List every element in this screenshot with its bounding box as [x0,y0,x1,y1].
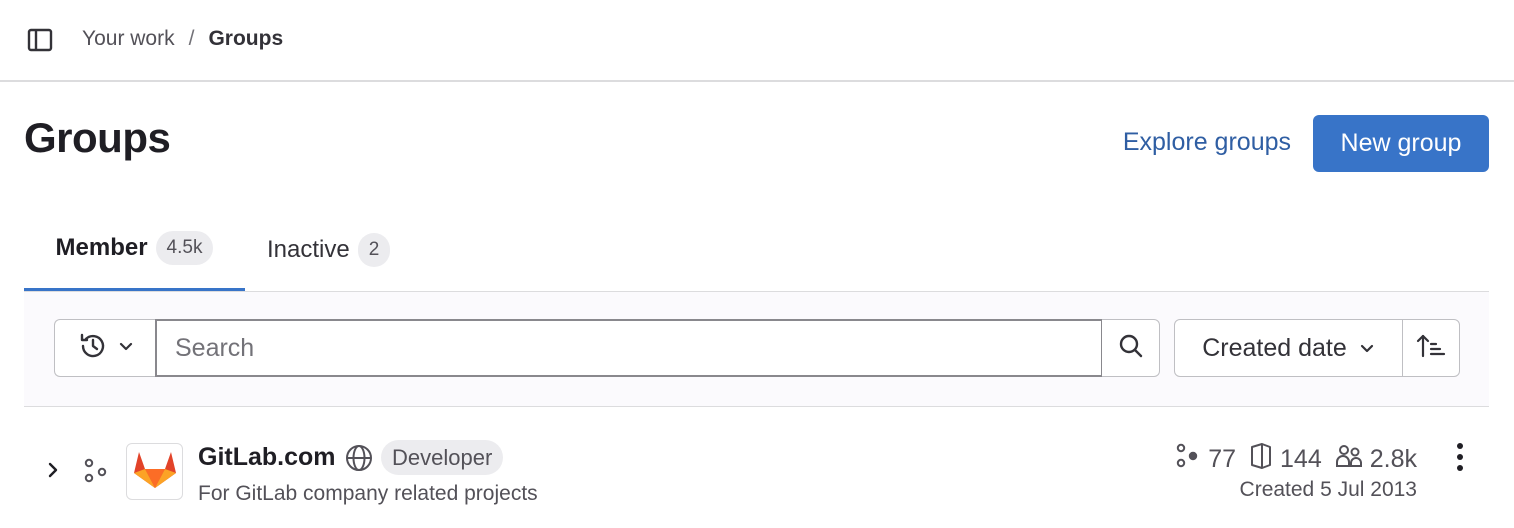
members-count-value: 2.8k [1369,445,1417,473]
top-bar: Your work / Groups [0,0,1514,82]
projects-count: 144 [1248,442,1322,477]
chevron-down-icon [1359,334,1375,363]
tab-member[interactable]: Member 4.5k [24,208,245,291]
history-icon [78,331,108,366]
group-stats: 77 144 2.8k [1162,442,1417,477]
globe-icon [344,443,374,478]
subgroup-icon [82,457,110,490]
list-item: GitLab.com Developer For GitLab company … [24,407,1489,528]
breadcrumb: Your work / Groups [82,27,283,51]
page-title: Groups [24,114,171,161]
filter-bar: Created date [24,292,1489,407]
recent-searches-dropdown[interactable] [54,319,156,377]
group-name-link[interactable]: GitLab.com [198,443,336,472]
created-date: Created 5 Jul 2013 [1239,478,1417,501]
subgroups-count: 77 [1174,442,1236,477]
role-badge: Developer [381,440,504,475]
tab-member-count: 4.5k [155,231,214,265]
group-avatar[interactable] [126,443,183,500]
tab-inactive-label: Inactive [267,235,350,263]
members-count: 2.8k [1334,442,1417,477]
explore-groups-link[interactable]: Explore groups [1123,128,1291,157]
ellipsis-vertical-icon [1455,441,1465,478]
tab-member-label: Member [55,234,148,261]
tab-inactive-count: 2 [357,232,391,267]
group-tabs: Member 4.5k Inactive 2 [24,208,1489,292]
subgroups-count-value: 77 [1208,445,1237,473]
breadcrumb-groups[interactable]: Groups [208,27,283,51]
users-icon [1334,442,1370,477]
projects-count-value: 144 [1280,445,1322,473]
group-description: For GitLab company related projects [198,482,538,505]
chevron-down-icon [118,338,134,359]
expand-chevron-icon[interactable] [42,459,64,481]
sort-ascending-icon [1416,333,1446,364]
new-group-button[interactable]: New group [1313,115,1489,172]
project-icon [1248,442,1280,477]
sort-by-label: Created date [1202,333,1347,362]
subgroup-icon [1174,442,1208,477]
search-button[interactable] [1102,319,1160,377]
search-input[interactable] [155,319,1103,377]
breadcrumb-your-work[interactable]: Your work [82,27,175,51]
sort-by-dropdown[interactable]: Created date [1174,319,1403,377]
search-icon [1118,333,1144,364]
breadcrumb-separator: / [188,27,195,50]
sidebar-toggle-icon[interactable] [24,24,56,56]
sort-direction-button[interactable] [1402,319,1460,377]
more-actions-button[interactable] [1448,441,1472,477]
tab-inactive[interactable]: Inactive 2 [267,208,391,291]
gitlab-logo-icon [132,447,178,496]
